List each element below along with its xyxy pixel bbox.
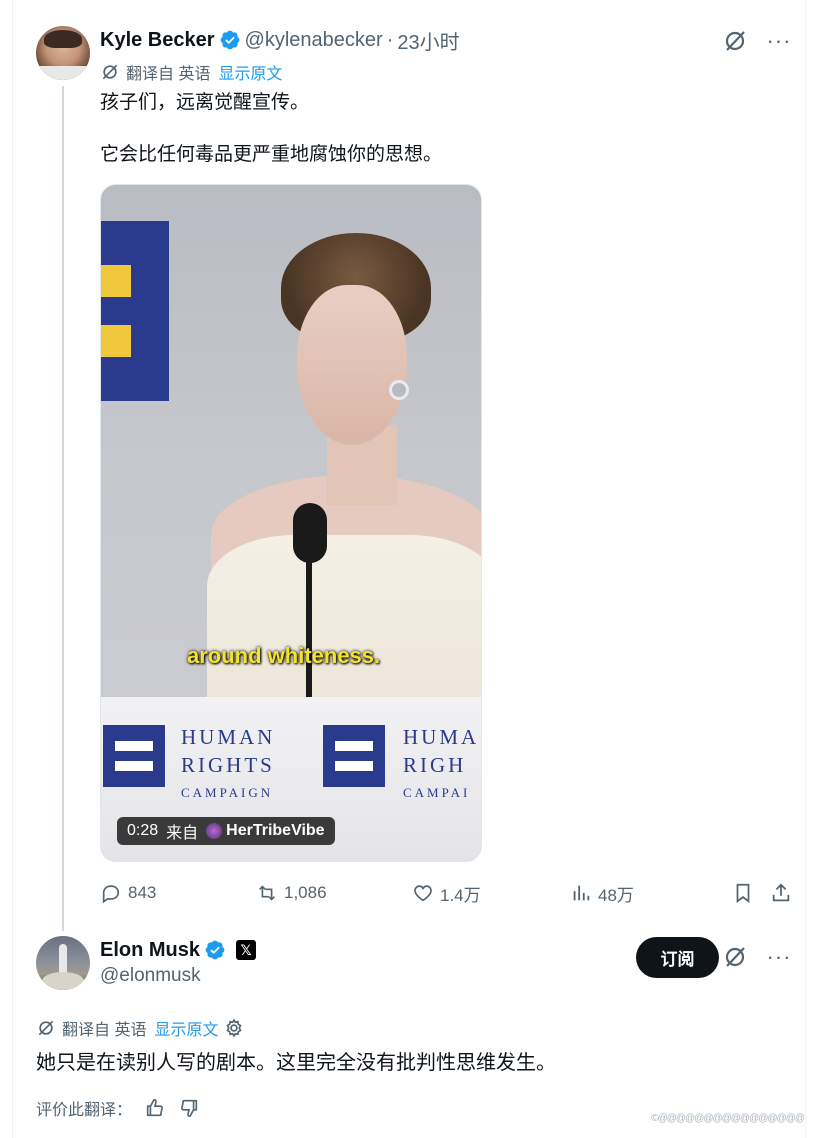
avatar-smoke [42,972,84,990]
like-count: 1.4万 [440,885,481,905]
author-name[interactable]: Kyle Becker [100,29,215,52]
video-source[interactable]: HerTribeVibe [206,822,325,840]
more-icon[interactable]: ··· [766,944,792,970]
video-source-prefix: 来自 [166,825,199,842]
speaker-earring [389,380,409,400]
bookmark-button[interactable] [732,882,770,904]
thread-connector [62,86,64,931]
podium-line: HUMAN [181,725,276,749]
verified-badge-icon [220,30,239,50]
translation-label: 翻译自 英语 [62,1022,147,1039]
logo-bar [115,761,153,771]
more-icon[interactable]: ··· [766,28,792,54]
like-button[interactable]: 1.4万 [412,881,570,906]
speaker-face [297,285,407,445]
separator-dot: · [386,28,394,51]
logo-bar [335,741,373,751]
translation-label: 翻译自 英语 [126,66,211,83]
tweet-text-line: 它会比任何毒品更严重地腐蚀你的思想。 [100,144,443,165]
video-player[interactable]: HUMAN RIGHTS CAMPAIGN HUMA RIGH CAMPAI a… [100,184,482,862]
hrc-backdrop-flag [101,221,169,401]
video-caption: around whiteness. [187,643,381,668]
microphone [293,503,327,563]
thumbs-up-icon[interactable] [144,1097,166,1119]
video-duration: 0:28 [127,822,159,839]
translation-notice: 翻译自 英语 显示原文 [36,1016,244,1040]
verified-badge-icon [205,940,225,960]
flag-bar [101,325,131,357]
views-count: 48万 [598,885,634,905]
reply-button[interactable]: 843 [100,882,256,904]
watermark: ©@@@@@@@@@@@@@@@@ [651,1113,805,1124]
tweet-text: 孩子们，远离觉醒宣传。 它会比任何毒品更严重地腐蚀你的思想。 [100,90,442,194]
video-source-name: HerTribeVibe [226,822,325,839]
microphone-stand [306,557,312,697]
source-avatar-icon [206,823,223,839]
timestamp[interactable]: 23小时 [397,26,459,55]
share-icon [772,883,790,902]
reply-header: Elon Musk 𝕏 [100,938,257,962]
flag-bar [101,265,131,297]
podium-line: RIGH [403,753,467,777]
x-affiliation-icon[interactable]: 𝕏 [236,940,257,960]
author-handle[interactable]: @elonmusk [100,965,201,987]
logo-bar [335,761,373,771]
rate-translation: 评价此翻译： [36,1096,200,1120]
show-original-link[interactable]: 显示原文 [154,1016,218,1040]
author-name[interactable]: Elon Musk [100,939,200,962]
reply-icon [102,885,120,904]
reply-count: 843 [128,883,157,902]
translation-notice: 翻译自 英语 显示原文 [100,60,282,84]
author-handle[interactable]: @kylenabecker [245,29,383,52]
translate-icon [102,64,118,80]
repost-count: 1,086 [284,883,327,902]
like-icon [414,885,432,902]
bookmark-icon [736,883,750,903]
views-icon [573,885,590,901]
reply-top-actions: ··· [722,944,792,970]
engagement-bar: 843 1,086 1.4万 48万 [100,878,794,908]
repost-button[interactable]: 1,086 [256,882,412,904]
podium-line: RIGHTS [181,753,275,777]
show-original-link[interactable]: 显示原文 [218,60,282,84]
rate-label: 评价此翻译： [36,1102,133,1119]
gear-icon[interactable] [224,1018,244,1038]
logo-bar [115,741,153,751]
views-button[interactable]: 48万 [570,881,732,906]
podium-line: CAMPAI [403,785,471,800]
video-info-pill: 0:28 来自 HerTribeVibe [117,817,335,845]
repost-icon [259,885,275,901]
avatar-hair [44,30,82,48]
translate-icon [38,1020,54,1036]
grok-icon[interactable] [722,28,748,54]
avatar-shirt [36,66,90,80]
podium-text: HUMAN RIGHTS CAMPAIGN [181,723,275,807]
hrc-logo [103,725,165,787]
speaker-dress [207,535,481,705]
tweet-text-line: 孩子们，远离觉醒宣传。 [100,92,310,113]
tweet-header: Kyle Becker @kylenabecker · 23小时 [100,26,460,55]
hrc-logo [323,725,385,787]
subscribe-button[interactable]: 订阅 [636,937,719,978]
avatar[interactable] [36,936,90,990]
podium-text: HUMA RIGH CAMPAI [403,723,479,807]
podium-line: HUMA [403,725,480,749]
thumbs-down-icon[interactable] [178,1097,200,1119]
grok-icon[interactable] [722,944,748,970]
reply-text: 她只是在读别人写的剧本。这里完全没有批判性思维发生。 [36,1052,556,1074]
tweet-top-actions: ··· [722,28,792,54]
avatar[interactable] [36,26,90,80]
podium-line: CAMPAIGN [181,785,274,800]
share-button[interactable] [770,882,792,904]
